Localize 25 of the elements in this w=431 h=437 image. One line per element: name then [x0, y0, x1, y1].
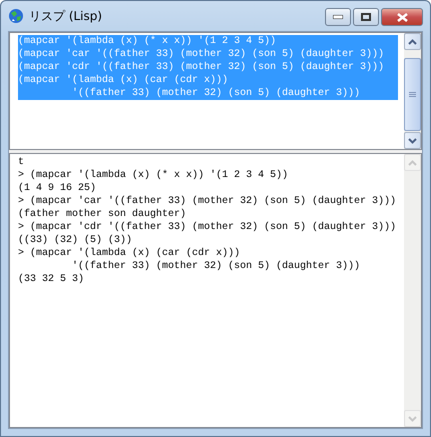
editor-pane[interactable]: [9, 32, 422, 150]
console-pane[interactable]: [9, 153, 422, 428]
console-line: (33 32 5 3): [18, 273, 86, 286]
console-line: (father mother son daughter): [18, 208, 188, 221]
console-line: > (mapcar '(lambda (x) (car (cdr x))): [18, 247, 242, 260]
console-line: > (mapcar 'car '((father 33) (mother 32) (son 5) (daughter 3))): [18, 195, 398, 208]
minimize-button[interactable]: [325, 8, 351, 26]
grip-icon: [409, 92, 416, 98]
globe-icon: [8, 8, 24, 24]
console-line: ((33) (32) (5) (3)): [18, 234, 134, 247]
maximize-button[interactable]: [353, 8, 379, 26]
scroll-down-button[interactable]: [404, 132, 421, 149]
minimize-icon: [333, 15, 343, 19]
console-line: > (mapcar '(lambda (x) (* x x)) '(1 2 3 4 5)): [18, 169, 290, 182]
console-line: t: [18, 156, 26, 169]
console-line: > (mapcar 'cdr '((father 33) (mother 32) (son 5) (daughter 3))): [18, 221, 398, 234]
maximize-icon: [361, 13, 371, 21]
close-button[interactable]: [381, 8, 423, 26]
scrollbar[interactable]: [404, 33, 421, 149]
console-line: (1 4 9 16 25): [18, 182, 98, 195]
scroll-up-button[interactable]: [404, 33, 421, 50]
console-line: '((father 33) (mother 32) (son 5) (daughter 3))): [71, 260, 362, 273]
window-title: リスプ (Lisp): [29, 8, 104, 24]
close-icon: [396, 12, 408, 22]
scroll-thumb[interactable]: [404, 58, 421, 131]
